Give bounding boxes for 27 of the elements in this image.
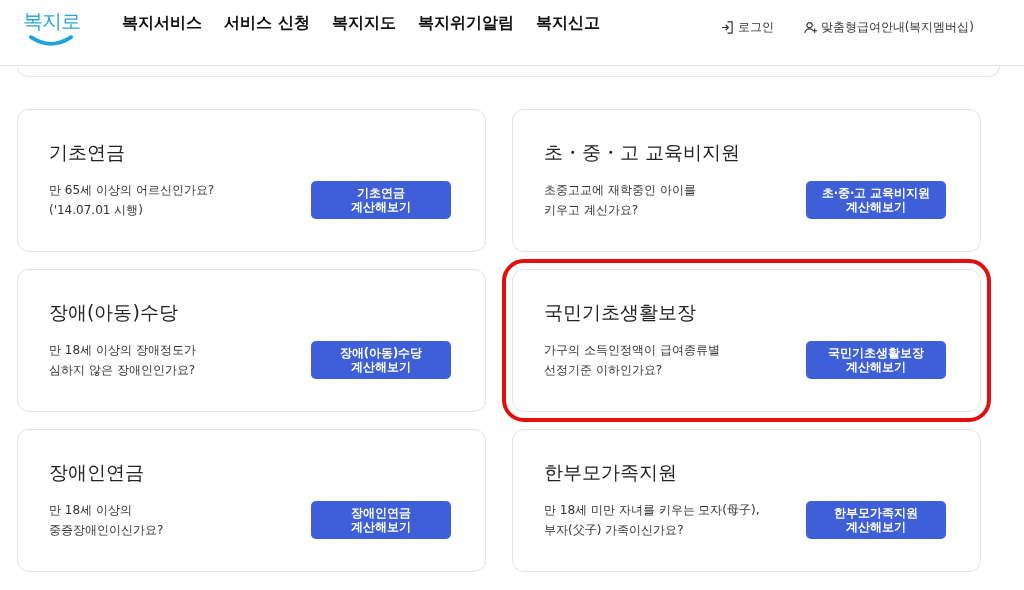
card-title: 초・중・고 교육비지원	[544, 140, 742, 165]
card-title: 국민기초생활보장	[544, 300, 697, 325]
card-description: 만 65세 이상의 어르신인가요? ('14.07.01 시행)	[49, 182, 215, 219]
calculate-button[interactable]: 한부모가족지원 계산해보기	[806, 501, 946, 539]
card-title: 장애인연금	[49, 460, 145, 485]
user-add-icon	[803, 21, 817, 34]
login-icon	[720, 21, 734, 34]
calculate-button[interactable]: 장애인연금 계산해보기	[311, 501, 451, 539]
calculate-button[interactable]: 기초연금 계산해보기	[311, 181, 451, 219]
nav-link[interactable]: 복지서비스	[122, 13, 202, 34]
nav-link[interactable]: 복지위기알림	[417, 13, 514, 34]
card-description: 가구의 소득인정액이 급여종류별 선정기준 이하인가요?	[544, 342, 720, 379]
card-description: 만 18세 이상의 중증장애인이신가요?	[49, 502, 164, 539]
card-description: 만 18세 미만 자녀를 키우는 모자(母子), 부자(父子) 가족이신가요?	[544, 502, 760, 539]
nav-link[interactable]: 복지지도	[331, 13, 396, 34]
card-title: 한부모가족지원	[544, 460, 678, 485]
nav-link[interactable]: 복지신고	[535, 13, 600, 34]
card-title: 장애(아동)수당	[49, 300, 179, 325]
nav-link[interactable]: 서비스 신청	[224, 13, 310, 34]
calculate-button[interactable]: 국민기초생활보장 계산해보기	[806, 341, 946, 379]
member-link[interactable]: 맞춤형급여안내(복지멤버십)	[820, 19, 974, 36]
calculate-button[interactable]: 초·중·고 교육비지원 계산해보기	[806, 181, 946, 219]
card-description: 만 18세 이상의 장애정도가 심하지 않은 장애인인가요?	[49, 342, 196, 379]
login-link[interactable]: 로그인	[737, 19, 774, 36]
calculate-button[interactable]: 장애(아동)수당 계산해보기	[311, 341, 451, 379]
card-title: 기초연금	[49, 140, 126, 165]
card-description: 초중고교에 재학중인 아이를 키우고 계신가요?	[544, 182, 696, 219]
